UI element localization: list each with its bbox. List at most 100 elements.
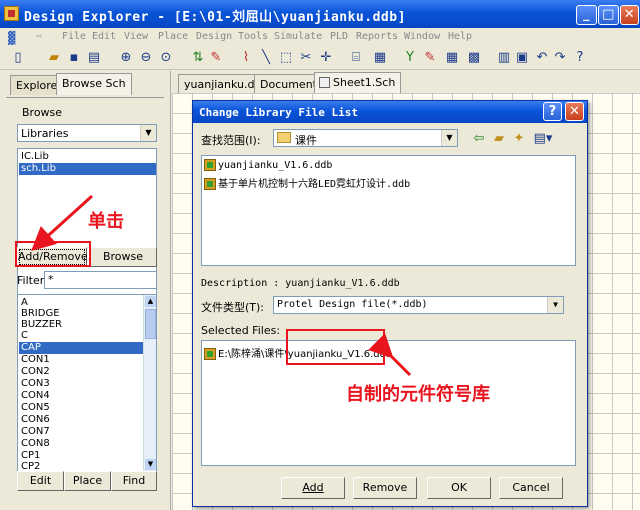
description-text: Description : yuanjianku_V1.6.ddb	[201, 278, 400, 289]
menu-edit[interactable]: Edit	[92, 31, 116, 42]
zoom-in-icon[interactable]: ⊕	[118, 50, 134, 66]
find-button[interactable]: Find	[111, 471, 157, 491]
cancel-button[interactable]: Cancel	[499, 477, 563, 499]
window-title: Design Explorer - [E:\01-刘屈山\yuanjianku.…	[24, 10, 406, 25]
menu-help[interactable]: Help	[448, 31, 472, 42]
dialog-title-bar: Change Library File List ? ✕	[193, 101, 587, 123]
window-title-bar: Design Explorer - [E:\01-刘屈山\yuanjianku.…	[0, 0, 640, 28]
zoom-out-icon[interactable]: ⊖	[138, 50, 154, 66]
remove-button[interactable]: Remove	[353, 477, 417, 499]
help-icon[interactable]: ?	[572, 50, 588, 66]
menu-window[interactable]: Window	[404, 31, 440, 42]
up-folder-icon[interactable]: ▰	[491, 131, 507, 147]
menu-tools[interactable]: Tools	[238, 31, 268, 42]
browse-button[interactable]: Browse	[89, 247, 157, 267]
edit-button[interactable]: Edit	[17, 471, 64, 491]
file-item-name: 基于单片机控制十六路LED霓虹灯设计.ddb	[218, 179, 411, 190]
list-item[interactable]: CON8	[21, 438, 50, 450]
list-item[interactable]: CON3	[21, 378, 50, 390]
parts-icon[interactable]: ▣	[514, 50, 530, 66]
tool-icon[interactable]: ✎	[422, 50, 438, 66]
filter-value: *	[48, 273, 54, 286]
select-rect-icon[interactable]: ⬚	[278, 50, 294, 66]
tab-sheet1-sch[interactable]: Sheet1.Sch	[314, 72, 402, 94]
pencil-icon[interactable]: ✎	[208, 50, 224, 66]
list-item[interactable]: CON1	[21, 354, 50, 366]
filter-input[interactable]: *	[44, 271, 157, 289]
place-button[interactable]: Place	[64, 471, 111, 491]
browse-select-value: Libraries	[21, 127, 69, 140]
print-icon[interactable]: ▤	[86, 50, 102, 66]
list-item[interactable]: CON4	[21, 390, 50, 402]
library-icon[interactable]: ▦	[372, 50, 388, 66]
change-library-dialog: Change Library File List ? ✕ 查找范围(I): 课件…	[192, 100, 588, 507]
save-icon[interactable]: ▪	[66, 50, 82, 66]
menu-simulate[interactable]: Simulate	[274, 31, 322, 42]
menu-pld[interactable]: PLD	[330, 31, 348, 42]
file-item[interactable]: yuanjianku_V1.6.ddb	[204, 159, 332, 171]
library-item-ic[interactable]: IC.Lib	[21, 151, 49, 163]
menu-file[interactable]: File	[62, 31, 86, 42]
maximize-button[interactable]: □	[598, 5, 619, 25]
list-item[interactable]: CON2	[21, 366, 50, 378]
back-icon[interactable]: ⇦	[471, 131, 487, 147]
dialog-help-button[interactable]: ?	[543, 102, 562, 121]
file-type-select[interactable]: Protel Design file(*.ddb) ▼	[273, 296, 564, 314]
toolbar: ▯ ▰ ▪ ▤ ⊕ ⊖ ⊙ ⇅ ✎ ⌇ ╲ ⬚ ✂ ✛ ⌸ ▦ Y ✎ ▦ ▩ …	[0, 47, 640, 70]
dialog-close-button[interactable]: ✕	[565, 102, 584, 121]
add-button[interactable]: Add	[281, 477, 345, 499]
annotation-click: 单击	[88, 211, 124, 232]
up-down-arrows-icon[interactable]: ⇅	[190, 50, 206, 66]
zoom-fit-icon[interactable]: ⊙	[158, 50, 174, 66]
book-icon[interactable]: ▥	[496, 50, 512, 66]
wire-icon[interactable]: ⌇	[238, 50, 254, 66]
look-in-value: 课件	[295, 134, 317, 147]
filter-label: Filter	[17, 274, 45, 287]
close-button[interactable]: ✕	[620, 5, 639, 25]
line-icon[interactable]: ╲	[258, 50, 274, 66]
scroll-up-icon[interactable]: ▲	[145, 296, 156, 307]
app-icon	[4, 6, 19, 21]
component-icon[interactable]: ⌸	[348, 50, 364, 66]
add-remove-button[interactable]: Add/Remove...	[17, 247, 98, 267]
selected-file-item[interactable]: E:\陈梓涌\课件\yuanjianku_V1.6.ddb	[204, 345, 392, 360]
undo-icon[interactable]: ↶	[534, 50, 550, 66]
file-item[interactable]: 基于单片机控制十六路LED霓虹灯设计.ddb	[204, 175, 410, 190]
list-item[interactable]: C	[21, 330, 28, 342]
open-folder-icon[interactable]: ▰	[46, 50, 62, 66]
minimize-button[interactable]: _	[576, 5, 597, 25]
ddb-file-icon	[204, 159, 216, 171]
chevron-down-icon[interactable]: ▼	[547, 297, 563, 313]
tab-browse-sch[interactable]: Browse Sch	[56, 73, 132, 95]
file-list[interactable]: yuanjianku_V1.6.ddb 基于单片机控制十六路LED霓虹灯设计.d…	[201, 155, 576, 266]
new-folder-icon[interactable]: ✦	[511, 131, 527, 147]
explorer-toggle-icon[interactable]: ▯	[10, 50, 26, 66]
menu-design[interactable]: Design	[196, 31, 232, 42]
view-menu-icon[interactable]: ▤▾	[531, 131, 555, 147]
chevron-down-icon[interactable]: ▼	[140, 125, 156, 141]
list-item[interactable]: CON6	[21, 414, 50, 426]
table-icon[interactable]: ▦	[444, 50, 460, 66]
scrollbar[interactable]: ▲ ▼	[143, 295, 156, 471]
scissors-icon[interactable]: ✂	[298, 50, 314, 66]
crosshair-icon[interactable]: ✛	[318, 50, 334, 66]
scroll-thumb[interactable]	[145, 309, 156, 339]
dialog-title: Change Library File List	[199, 106, 358, 119]
menu-place[interactable]: Place	[158, 31, 188, 42]
list-item-selected[interactable]: CAP	[19, 342, 143, 354]
menu-view[interactable]: View	[124, 31, 148, 42]
grid-icon[interactable]: ▩	[466, 50, 482, 66]
scroll-down-icon[interactable]: ▼	[145, 459, 156, 470]
ddb-file-icon	[204, 178, 216, 190]
chevron-down-icon[interactable]: ▼	[441, 130, 457, 146]
browse-select[interactable]: Libraries ▼	[17, 124, 157, 142]
list-item[interactable]: CON7	[21, 426, 50, 438]
redo-icon[interactable]: ↷	[552, 50, 568, 66]
component-list[interactable]: A BRIDGE BUZZER C CAP CON1 CON2 CON3 CON…	[17, 294, 157, 472]
ok-button[interactable]: OK	[427, 477, 491, 499]
menu-reports[interactable]: Reports	[356, 31, 398, 42]
probe-icon[interactable]: Y	[402, 50, 418, 66]
library-item-sch[interactable]: sch.Lib	[19, 163, 156, 175]
look-in-select[interactable]: 课件 ▼	[273, 129, 458, 147]
list-item[interactable]: CON5	[21, 402, 50, 414]
